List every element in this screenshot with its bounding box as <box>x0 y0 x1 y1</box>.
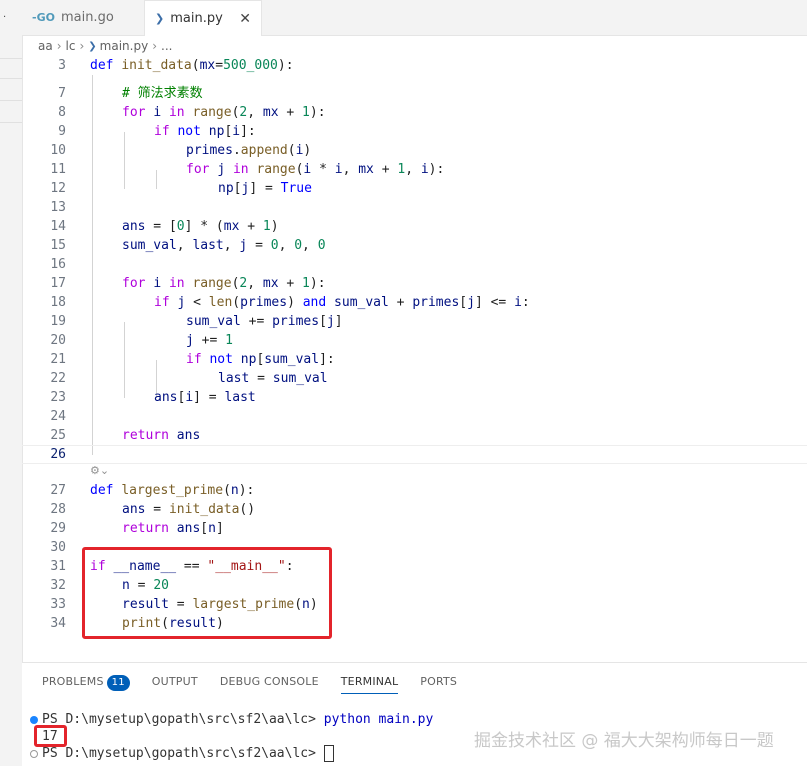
tab-output[interactable]: OUTPUT <box>152 671 198 693</box>
code-line: 10 primes.append(i) <box>50 143 312 158</box>
activity-strip: · <box>0 0 23 766</box>
terminal-cursor <box>323 745 334 762</box>
tab-debug-console[interactable]: DEBUG CONSOLE <box>220 671 319 693</box>
problems-count-badge: 11 <box>106 675 130 691</box>
breadcrumb-item[interactable]: main.py <box>100 39 149 53</box>
code-line: 28 ans = init_data() <box>50 502 256 517</box>
breadcrumb-item[interactable]: lc <box>66 39 76 53</box>
code-line: 11 for j in range(i * i, mx + 1, i): <box>50 162 445 177</box>
breadcrumb: aa › lc › ❯ main.py › ... <box>22 36 807 56</box>
tab-label: main.go <box>60 10 114 25</box>
code-line: 24 <box>50 409 66 424</box>
python-file-icon: ❯ <box>155 12 165 25</box>
code-line: 23 ans[i] = last <box>50 390 256 405</box>
tab-ports[interactable]: PORTS <box>420 671 457 693</box>
code-line: 15 sum_val, last, j = 0, 0, 0 <box>50 238 326 253</box>
code-editor[interactable]: 3 def init_data(mx=500_000): 7 # 筛法求素数 8 fo… <box>22 56 807 662</box>
highlight-box <box>82 547 332 639</box>
code-line: 25 return ans <box>50 428 201 443</box>
tab-main-go[interactable]: -GO main.go <box>22 0 144 35</box>
copilot-icon[interactable]: ⚙⌄ <box>90 464 109 477</box>
code-line: 16 <box>50 257 66 272</box>
code-line: 20 j += 1 <box>50 333 233 348</box>
divider <box>0 122 22 123</box>
tab-label: main.py <box>170 11 223 26</box>
tab-main-py[interactable]: ❯ main.py ✕ <box>144 0 262 36</box>
code-line: 29 return ans[n] <box>50 521 224 536</box>
tab-problems[interactable]: PROBLEMS 11 <box>42 671 130 693</box>
watermark: 掘金技术社区 @ 福大大架构师每日一题 <box>474 731 774 751</box>
divider <box>0 58 22 59</box>
tab-terminal[interactable]: TERMINAL <box>340 671 399 694</box>
close-icon[interactable]: ✕ <box>239 11 251 27</box>
go-file-icon: -GO <box>32 11 55 24</box>
code-line: 17 for i in range(2, mx + 1): <box>50 276 326 291</box>
breadcrumb-item[interactable]: ... <box>161 39 172 53</box>
code-line: 26 <box>50 447 66 462</box>
command-success-icon <box>30 715 38 724</box>
code-line: 27 def largest_prime(n): <box>50 483 255 498</box>
code-line: 7 # 筛法求素数 <box>58 86 203 101</box>
terminal-line: PS D:\mysetup\gopath\src\sf2\aa\lc> pyth… <box>30 711 433 729</box>
python-file-icon: ❯ <box>88 40 97 52</box>
editor-tab-bar: -GO main.go ❯ main.py ✕ <box>22 0 807 36</box>
code-line: 3 def init_data(mx=500_000): <box>58 58 294 73</box>
code-line: 12 np[j] = True <box>50 181 312 196</box>
code-line: 22 last = sum_val <box>50 371 328 386</box>
highlight-box <box>34 725 67 747</box>
chevron-right-icon: › <box>152 39 157 53</box>
code-line: 18 if j < len(primes) and sum_val + prime… <box>50 295 530 310</box>
bottom-panel: PROBLEMS 11 OUTPUT DEBUG CONSOLE TERMINAL… <box>22 662 807 767</box>
breadcrumb-item[interactable]: aa <box>38 39 53 53</box>
command-pending-icon <box>30 749 38 758</box>
code-line: 19 sum_val += primes[j] <box>50 314 343 329</box>
chevron-right-icon: › <box>56 39 62 53</box>
code-line: 9 if not np[i]: <box>58 124 256 139</box>
code-line: 21 if not np[sum_val]: <box>50 352 335 367</box>
panel-tabs: PROBLEMS 11 OUTPUT DEBUG CONSOLE TERMINAL… <box>42 671 479 694</box>
divider <box>0 100 22 101</box>
terminal-line[interactable]: PS D:\mysetup\gopath\src\sf2\aa\lc> <box>30 745 334 763</box>
chevron-right-icon: › <box>79 39 85 53</box>
divider <box>0 78 22 79</box>
code-line: 14 ans = [0] * (mx + 1) <box>50 219 279 234</box>
code-line: 13 <box>50 200 66 215</box>
dot-icon: · <box>3 12 7 23</box>
code-line: 8 for i in range(2, mx + 1): <box>58 105 326 120</box>
